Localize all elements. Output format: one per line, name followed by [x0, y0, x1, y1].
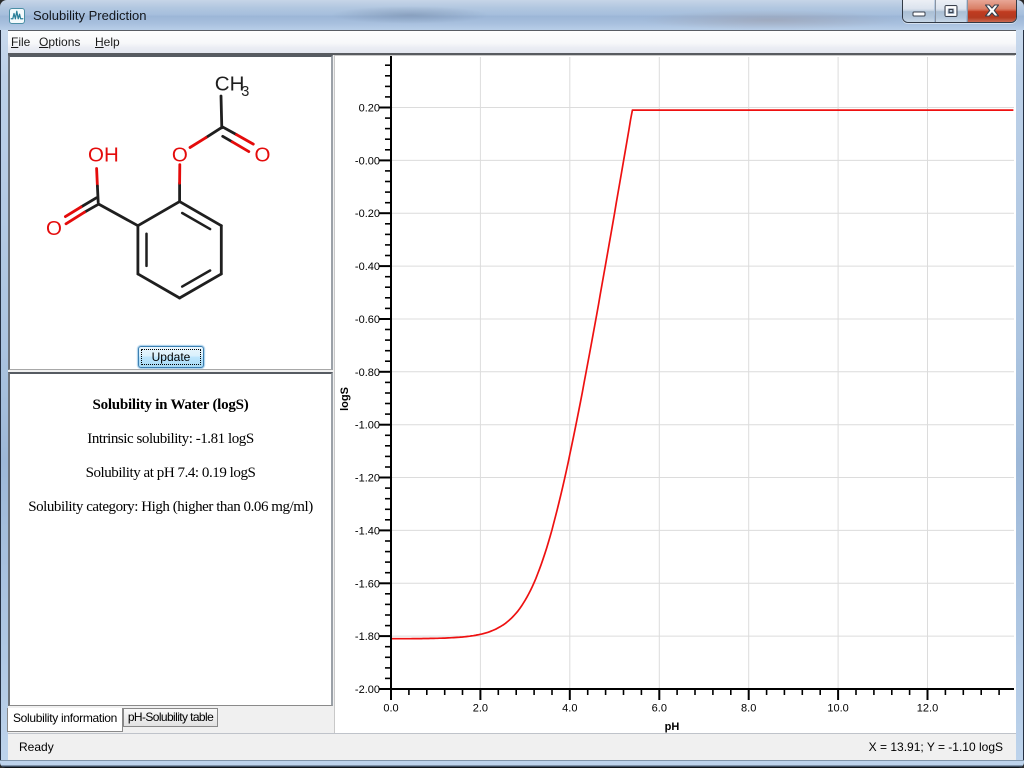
svg-text:pH: pH: [665, 721, 680, 733]
svg-text:6.0: 6.0: [652, 703, 667, 715]
svg-text:-1.20: -1.20: [355, 473, 380, 485]
svg-text:3: 3: [241, 84, 249, 100]
svg-text:-1.40: -1.40: [355, 525, 380, 537]
svg-text:CH: CH: [215, 72, 245, 95]
svg-text:-0.20: -0.20: [355, 208, 380, 220]
svg-text:0.0: 0.0: [383, 703, 398, 715]
svg-text:-1.00: -1.00: [355, 420, 380, 432]
svg-text:logS: logS: [339, 387, 351, 411]
svg-text:10.0: 10.0: [827, 703, 848, 715]
svg-text:-0.00: -0.00: [355, 155, 380, 167]
svg-text:8.0: 8.0: [741, 703, 756, 715]
svg-text:-1.80: -1.80: [355, 631, 380, 643]
svg-text:12.0: 12.0: [917, 703, 938, 715]
svg-text:-0.40: -0.40: [355, 261, 380, 273]
svg-text:-0.60: -0.60: [355, 314, 380, 326]
svg-text:2.0: 2.0: [473, 703, 488, 715]
svg-text:O: O: [46, 217, 62, 240]
svg-text:OH: OH: [88, 144, 119, 167]
svg-text:4.0: 4.0: [562, 703, 577, 715]
svg-text:-2.00: -2.00: [355, 684, 380, 696]
svg-text:-1.60: -1.60: [355, 578, 380, 590]
svg-text:O: O: [172, 144, 188, 167]
svg-text:0.20: 0.20: [359, 103, 380, 115]
svg-text:-0.80: -0.80: [355, 367, 380, 379]
svg-text:O: O: [255, 144, 271, 167]
